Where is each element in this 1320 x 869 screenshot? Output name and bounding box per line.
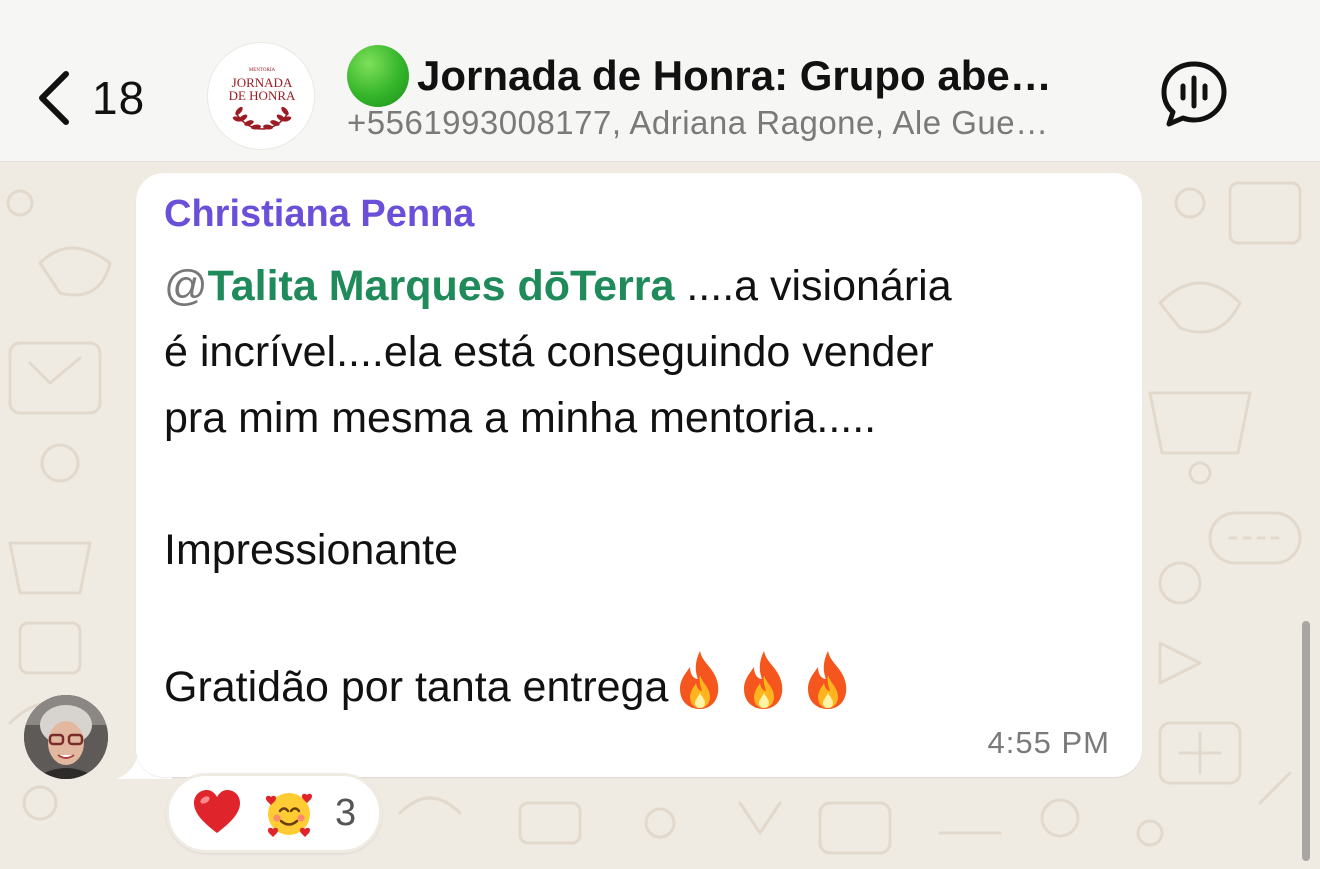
red-heart-icon bbox=[194, 790, 240, 833]
chat-title-row[interactable]: Jornada de Honra: Grupo abe… bbox=[347, 45, 1052, 107]
message-bubble[interactable]: Christiana Penna @Talita Marques dōTerra… bbox=[136, 173, 1142, 777]
mention-at-symbol: @ bbox=[164, 262, 208, 310]
message-line-1: @Talita Marques dōTerra ....a visionária bbox=[164, 253, 1124, 319]
fire-icon bbox=[744, 651, 783, 709]
scrollbar-thumb[interactable] bbox=[1302, 621, 1310, 861]
reactions-pill[interactable]: 3 bbox=[166, 773, 382, 853]
fire-icon bbox=[808, 651, 847, 709]
unread-count: 18 bbox=[92, 72, 146, 124]
logo-line2: DE HONRA bbox=[229, 88, 296, 103]
chevron-left-icon bbox=[39, 71, 69, 125]
back-button[interactable]: 18 bbox=[30, 58, 170, 138]
chat-header: 18 MENTORIA JORNADA DE HONRA Jornada de … bbox=[0, 0, 1320, 162]
message-text: @Talita Marques dōTerra ....a visionária… bbox=[164, 253, 1124, 715]
message-line-5: Gratidão por tanta entrega bbox=[164, 649, 1124, 715]
sender-photo bbox=[24, 695, 108, 779]
group-title: Jornada de Honra: Grupo abe… bbox=[417, 52, 1052, 99]
smiling-face-with-hearts-icon bbox=[265, 793, 313, 837]
message-line-2: é incrível....ela está conseguindo vende… bbox=[164, 328, 934, 376]
group-participants[interactable]: +5561993008177, Adriana Ragone, Ale Gue… bbox=[347, 104, 1049, 142]
chat-area[interactable]: Christiana Penna @Talita Marques dōTerra… bbox=[0, 163, 1320, 869]
group-avatar[interactable]: MENTORIA JORNADA DE HONRA bbox=[207, 42, 315, 150]
message-line-5-text: Gratidão por tanta entrega bbox=[164, 663, 669, 711]
voice-chat-icon bbox=[1161, 61, 1227, 127]
message-timestamp: 4:55 PM bbox=[987, 725, 1110, 760]
green-circle-icon bbox=[347, 45, 409, 107]
message-sender[interactable]: Christiana Penna bbox=[164, 193, 474, 236]
fire-icon bbox=[680, 651, 719, 709]
jornada-de-honra-logo: MENTORIA JORNADA DE HONRA bbox=[229, 68, 296, 130]
message-line-1-text: ....a visionária bbox=[674, 262, 952, 310]
laurel-icon bbox=[232, 106, 292, 130]
message-line-3: pra mim mesma a minha mentoria..... bbox=[164, 394, 877, 442]
reaction-count: 3 bbox=[335, 791, 357, 834]
message-line-4: Impressionante bbox=[164, 526, 458, 574]
voice-chat-button[interactable] bbox=[1158, 58, 1230, 130]
mention-link[interactable]: Talita Marques dōTerra bbox=[208, 262, 675, 310]
sender-avatar[interactable] bbox=[24, 695, 108, 779]
logo-top-text: MENTORIA bbox=[249, 68, 276, 73]
